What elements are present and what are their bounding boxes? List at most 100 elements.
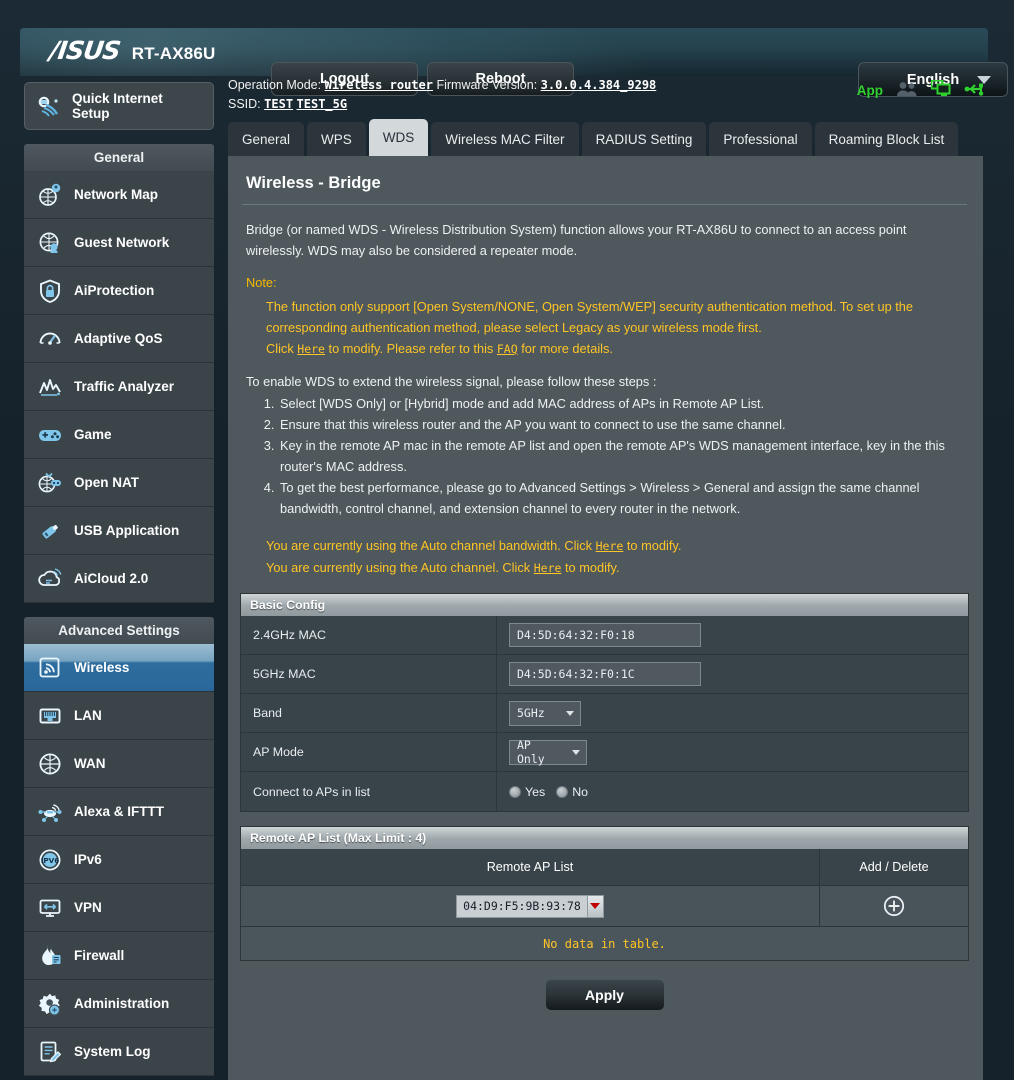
faq-link[interactable]: FAQ (497, 342, 518, 356)
tab-wds[interactable]: WDS (369, 119, 429, 156)
step-item: Select [WDS Only] or [Hybrid] mode and a… (278, 393, 969, 414)
users-icon[interactable] (896, 81, 918, 100)
sidebar-item-adaptive-qos[interactable]: Adaptive QoS (24, 315, 214, 363)
ap-mode-select[interactable]: AP Only (509, 740, 587, 765)
config-row: Band5GHz (241, 694, 968, 733)
status-bw-prefix: You are currently using the Auto channel… (266, 538, 596, 553)
status-icon-group: App (857, 80, 986, 100)
note-text-links: Click Here to modify. Please refer to th… (240, 338, 969, 360)
quick-setup-label: Quick Internet Setup (72, 91, 203, 121)
radio-label-no: No (572, 785, 588, 799)
sidebar-item-label: Guest Network (74, 235, 169, 250)
tab-wireless-mac-filter[interactable]: Wireless MAC Filter (431, 122, 578, 156)
page-description: Bridge (or named WDS - Wireless Distribu… (240, 219, 969, 261)
sidebar-item-game[interactable]: Game (24, 411, 214, 459)
steps-intro: To enable WDS to extend the wireless sig… (240, 360, 969, 393)
sidebar-item-usb-application[interactable]: USB Application (24, 507, 214, 555)
sidebar-item-aicloud-2-0[interactable]: AiCloud 2.0 (24, 555, 214, 603)
remote-ap-header-row: Remote AP List Add / Delete (241, 849, 968, 886)
gauge-icon (36, 325, 63, 352)
radio-yes[interactable]: Yes (509, 785, 545, 799)
sidebar-item-ipv6[interactable]: IPV6IPv6 (24, 836, 214, 884)
operation-mode-value[interactable]: Wireless router (325, 78, 433, 92)
sidebar-item-wireless[interactable]: Wireless (24, 644, 214, 692)
tab-roaming-block-list[interactable]: Roaming Block List (815, 122, 959, 156)
sidebar-advanced-header: Advanced Settings (24, 617, 214, 644)
log-icon (36, 1038, 63, 1065)
flame-icon (36, 942, 63, 969)
config-row: 5GHz MAC D4:5D:64:32:F0:1C (241, 655, 968, 694)
step-item: Ensure that this wireless router and the… (278, 414, 969, 435)
network-map-icon (36, 181, 63, 208)
radio-no[interactable]: No (556, 785, 588, 799)
remote-ap-header: Remote AP List (Max Limit : 4) (240, 826, 969, 849)
remote-ap-mac-value[interactable]: 04:D9:F5:9B:93:78 (456, 895, 587, 918)
vpn-icon (36, 894, 63, 921)
tab-professional[interactable]: Professional (709, 122, 811, 156)
quick-internet-setup-button[interactable]: Quick Internet Setup (24, 82, 214, 130)
ssid-5g-value[interactable]: TEST_5G (297, 97, 348, 111)
title-divider (242, 204, 967, 205)
here-link-note[interactable]: Here (297, 342, 325, 356)
usb-icon[interactable] (964, 81, 986, 100)
sidebar-item-label: System Log (74, 1044, 151, 1059)
sidebar-item-guest-network[interactable]: Guest Network (24, 219, 214, 267)
app-link[interactable]: App (857, 83, 883, 98)
config-row-value: Yes No (497, 772, 968, 811)
sidebar-item-label: Game (74, 427, 112, 442)
firmware-value[interactable]: 3.0.0.4.384_9298 (541, 78, 657, 92)
apply-button[interactable]: Apply (545, 979, 665, 1011)
config-row-label: 2.4GHz MAC (241, 616, 497, 654)
config-row-label: 5GHz MAC (241, 655, 497, 693)
sidebar-item-administration[interactable]: Administration (24, 980, 214, 1028)
sidebar-item-label: Open NAT (74, 475, 139, 490)
ssid-24g-value[interactable]: TEST (264, 97, 293, 111)
sidebar-item-label: VPN (74, 900, 102, 915)
remote-ap-action-cell (820, 886, 968, 926)
tab-general[interactable]: General (228, 122, 304, 156)
config-row: AP ModeAP Only (241, 733, 968, 772)
here-link-bandwidth[interactable]: Here (596, 539, 624, 553)
sidebar-item-label: Alexa & IFTTT (74, 804, 164, 819)
operation-mode-label: Operation Mode: (228, 78, 321, 92)
top-banner: /ISUS RT-AX86U Logout Reboot English (20, 28, 988, 76)
sidebar-item-label: Wireless (74, 660, 129, 675)
plus-circle-icon[interactable] (883, 895, 905, 917)
step-item: To get the best performance, please go t… (278, 477, 969, 519)
mac-address-field[interactable]: D4:5D:64:32:F0:18 (509, 623, 701, 647)
shield-lock-icon (36, 277, 63, 304)
config-row-value: 5GHz (497, 694, 968, 732)
sidebar-item-traffic-analyzer[interactable]: Traffic Analyzer (24, 363, 214, 411)
col-remote-ap-list: Remote AP List (241, 849, 820, 885)
sidebar-item-system-log[interactable]: System Log (24, 1028, 214, 1076)
sidebar-item-alexa-ifttt[interactable]: Alexa & IFTTT (24, 788, 214, 836)
basic-config-section: Basic Config 2.4GHz MACD4:5D:64:32:F0:18… (240, 593, 969, 812)
apply-row: Apply (240, 979, 969, 1011)
note-label: Note: (240, 261, 969, 296)
monitors-icon[interactable] (931, 80, 951, 100)
status-ch-suffix: to modify. (561, 560, 619, 575)
radio-button-yes[interactable] (509, 786, 521, 798)
mac-address-field[interactable]: D4:5D:64:32:F0:1C (509, 662, 701, 686)
sidebar-item-wan[interactable]: WAN (24, 740, 214, 788)
sidebar-item-firewall[interactable]: Firewall (24, 932, 214, 980)
tab-radius-setting[interactable]: RADIUS Setting (582, 122, 707, 156)
here-link-channel[interactable]: Here (534, 561, 562, 575)
gear-icon (36, 990, 63, 1017)
remote-ap-dropdown-button[interactable] (587, 895, 604, 918)
sidebar-item-network-map[interactable]: Network Map (24, 171, 214, 219)
remote-ap-combobox[interactable]: 04:D9:F5:9B:93:78 (456, 895, 604, 918)
remote-ap-table: Remote AP List Add / Delete 04:D9:F5:9B:… (240, 849, 969, 961)
sidebar-item-open-nat[interactable]: Open NAT (24, 459, 214, 507)
sidebar-item-label: IPv6 (74, 852, 102, 867)
note-link-prefix: Click (266, 341, 297, 356)
config-row-value: AP Only (497, 733, 968, 771)
radio-button-no[interactable] (556, 786, 568, 798)
chevron-down-icon (566, 711, 574, 716)
tab-wps[interactable]: WPS (307, 122, 366, 156)
sidebar-item-vpn[interactable]: VPN (24, 884, 214, 932)
sidebar-item-lan[interactable]: LAN (24, 692, 214, 740)
sidebar-item-aiprotection[interactable]: AiProtection (24, 267, 214, 315)
band-select[interactable]: 5GHz (509, 701, 581, 726)
gamepad-icon (36, 421, 63, 448)
